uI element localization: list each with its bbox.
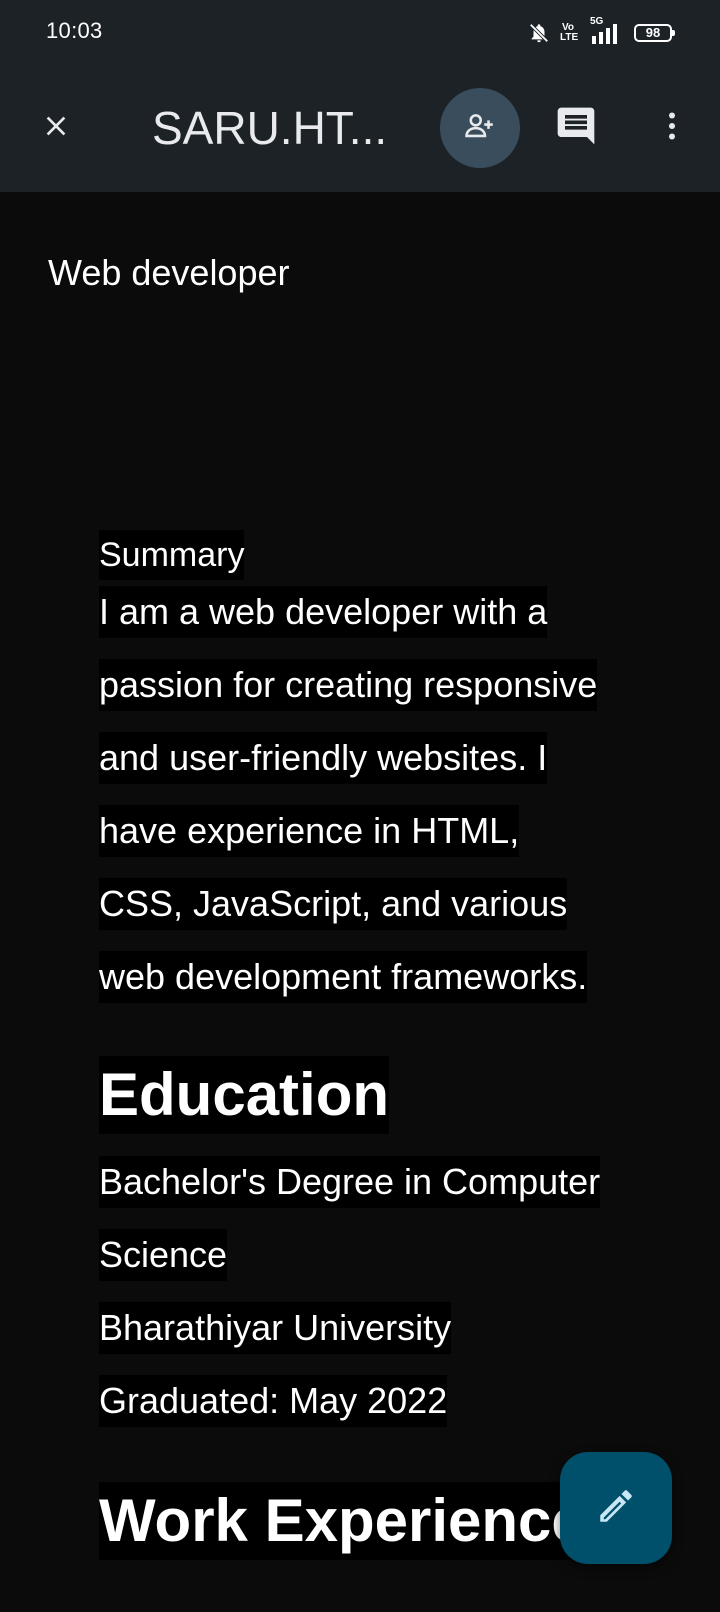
summary-line: I am a web developer with a [99, 586, 548, 638]
edit-pencil-icon [595, 1485, 637, 1532]
document-title: SARU.HT... [152, 102, 388, 154]
education-line: Graduated: May 2022 [99, 1375, 448, 1427]
close-button[interactable] [28, 100, 84, 156]
education-line: Bachelor's Degree in Computer [99, 1156, 601, 1208]
summary-label: Summary [99, 530, 245, 580]
person-add-icon [463, 109, 497, 148]
comments-button[interactable] [548, 100, 604, 156]
summary-line: have experience in HTML, [99, 805, 520, 857]
more-options-button[interactable] [644, 100, 700, 156]
document-content[interactable]: Web developer Summary I am a web develop… [0, 192, 720, 1612]
status-bar: 10:03 Vo LTE 5G 98 [0, 0, 720, 64]
work-experience-heading: Work Experience [99, 1482, 585, 1560]
share-button[interactable] [440, 88, 520, 168]
summary-line: web development frameworks. [99, 951, 588, 1003]
more-vert-icon [654, 108, 690, 149]
summary-line: passion for creating responsive [99, 659, 598, 711]
status-icons: Vo LTE 5G 98 [528, 16, 675, 46]
education-heading: Education [99, 1056, 390, 1134]
edit-fab-button[interactable] [560, 1452, 672, 1564]
comment-icon [554, 104, 598, 153]
summary-line: CSS, JavaScript, and various [99, 878, 568, 930]
bell-off-icon [528, 22, 550, 44]
education-line: Bharathiyar University [99, 1302, 452, 1354]
status-time: 10:03 [46, 18, 103, 43]
close-icon [40, 110, 72, 147]
app-root: 10:03 Vo LTE 5G 98 SARU.HT... Web develo… [0, 0, 720, 1612]
network-type-label: 5G [590, 16, 604, 27]
document-subtitle: Web developer [48, 252, 290, 293]
top-app-bar: SARU.HT... [0, 64, 720, 192]
volte-icon: Vo LTE [560, 22, 579, 43]
signal-icon: 5G [586, 16, 624, 44]
summary-line: and user-friendly websites. I [99, 732, 548, 784]
battery-icon: 98 [634, 24, 675, 42]
education-line: Science [99, 1229, 228, 1281]
